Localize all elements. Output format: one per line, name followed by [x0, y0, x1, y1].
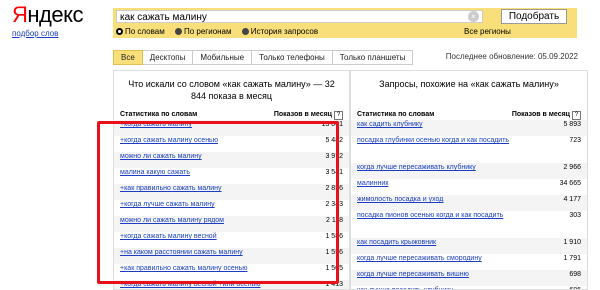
logo-first-letter: Я	[12, 2, 28, 27]
mode-label: По регионам	[183, 27, 232, 36]
left-panel-title: Что искали со словом «как сажать малину»…	[128, 79, 335, 101]
search-input[interactable]: как сажать малину	[116, 10, 483, 23]
right-panel-title: Запросы, похожие на «как сажать малину»	[379, 79, 559, 89]
right-rows: как садить клубнику 5 893 посадка глубинки…	[351, 120, 587, 289]
search-button[interactable]: Подобрать	[501, 9, 567, 24]
help-icon[interactable]: ?	[572, 111, 581, 120]
impressions-count: 1 910	[563, 239, 581, 246]
col-count-label: Показов в месяц	[511, 111, 570, 118]
mode-by-words[interactable]: По словам	[116, 27, 165, 36]
right-column-header: Статистика по словам Показов в месяц?	[351, 109, 587, 120]
keyword-link[interactable]: как садить клубнику	[357, 121, 423, 129]
table-row: малинник 34 665	[351, 179, 587, 195]
clear-icon[interactable]: ×	[468, 11, 479, 22]
mode-label: История запросов	[250, 27, 319, 36]
keyword-link[interactable]: малинник	[357, 180, 388, 188]
table-row: как посадить крыжовник 1 910	[351, 238, 587, 254]
impressions-count: 2 966	[563, 164, 581, 171]
keyword-link[interactable]: посадка пионов осенью когда и как посади…	[357, 212, 503, 220]
right-panel: Запросы, похожие на «как сажать малину» …	[350, 70, 588, 290]
tab-tablets[interactable]: Только планшеты	[332, 50, 414, 65]
left-column-header: Статистика по словам Показов в месяц?	[114, 109, 349, 120]
wordstat-link[interactable]: подбор слов	[12, 29, 58, 38]
tab-all[interactable]: Все	[113, 50, 143, 65]
table-row: жимолость посадка и уход 4 177	[351, 195, 587, 211]
impressions-count: 303	[569, 212, 581, 219]
col-count-header: Показов в месяц?	[274, 109, 343, 120]
keyword-link[interactable]: когда лучше пересаживать клубнику	[357, 164, 476, 172]
table-row: посадка глубинки осенью когда и как поса…	[351, 136, 587, 163]
impressions-count: 4 177	[563, 196, 581, 203]
table-row: когда лучше пересаживать смородину 1 791	[351, 254, 587, 270]
mode-history[interactable]: История запросов	[241, 27, 319, 36]
table-row: как садить клубнику 5 893	[351, 120, 587, 136]
radio-icon	[116, 28, 123, 36]
mode-label: По словам	[125, 27, 165, 36]
highlight-frame	[97, 121, 339, 284]
keyword-link[interactable]: когда лучше пересаживать смородину	[357, 255, 482, 263]
table-row: когда лучше пересаживать клубнику 2 966	[351, 163, 587, 179]
radio-icon	[174, 28, 182, 36]
regions-link[interactable]: Все регионы	[464, 26, 511, 37]
device-tabs: Все Десктопы Мобильные Только телефоны Т…	[113, 50, 414, 65]
search-modes: По словам По регионам История запросов	[116, 26, 326, 37]
last-updated: Последнее обновление: 05.09.2022	[445, 52, 578, 61]
tab-desktops[interactable]: Десктопы	[142, 50, 194, 65]
table-row: посадка пионов осенью когда и как посади…	[351, 211, 587, 238]
impressions-count: 723	[569, 137, 581, 144]
col-count-label: Показов в месяц	[273, 111, 332, 118]
keyword-link[interactable]: жимолость посадка и уход	[357, 196, 443, 204]
table-row: когда лучше пересаживать вишню 698	[351, 270, 587, 286]
help-icon[interactable]: ?	[334, 111, 343, 120]
yandex-logo[interactable]: Яндекс	[12, 2, 83, 28]
radio-icon	[241, 28, 249, 36]
impressions-count: 5 893	[563, 121, 581, 128]
impressions-count: 34 665	[559, 180, 581, 187]
keyword-link[interactable]: посадка глубинки осенью когда и как поса…	[357, 137, 509, 145]
keyword-link[interactable]: когда лучше пересаживать вишню	[357, 271, 469, 279]
tab-phones[interactable]: Только телефоны	[252, 50, 333, 65]
col-words-label: Статистика по словам	[357, 111, 435, 118]
col-words-label: Статистика по словам	[120, 111, 198, 118]
tab-mobile[interactable]: Мобильные	[193, 50, 253, 65]
table-row: как лучше посадить клубнику686	[351, 286, 587, 289]
logo-rest: ндекс	[27, 2, 83, 27]
col-count-header: Показов в месяц?	[512, 109, 581, 120]
keyword-link[interactable]: как посадить крыжовник	[357, 239, 436, 247]
mode-by-regions[interactable]: По регионам	[174, 27, 232, 36]
impressions-count: 698	[569, 271, 581, 278]
impressions-count: 1 791	[563, 255, 581, 262]
